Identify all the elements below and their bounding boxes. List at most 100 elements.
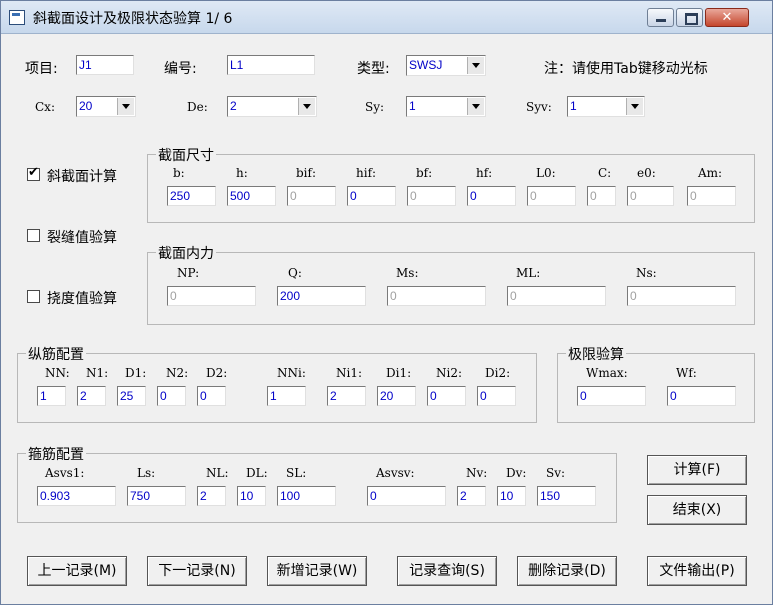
section-size-title: 截面尺寸 bbox=[156, 145, 216, 165]
field-label: Ns: bbox=[636, 266, 657, 280]
syv-select[interactable]: 1 bbox=[567, 96, 645, 117]
close-icon: ✕ bbox=[721, 10, 733, 25]
query-record-button[interactable]: 记录查询(S) bbox=[397, 556, 497, 586]
ms-input[interactable]: 0 bbox=[387, 286, 486, 306]
type-select[interactable]: SWSJ bbox=[406, 55, 486, 76]
np-input[interactable]: 0 bbox=[167, 286, 256, 306]
d2-input[interactable]: 0 bbox=[197, 386, 226, 406]
l0-input[interactable]: 0 bbox=[527, 186, 576, 206]
ns-input[interactable]: 0 bbox=[627, 286, 736, 306]
field-label: DL: bbox=[246, 466, 268, 480]
de-select[interactable]: 2 bbox=[227, 96, 317, 117]
ml-input[interactable]: 0 bbox=[507, 286, 606, 306]
crack-check-label: 裂缝值验算 bbox=[47, 230, 117, 246]
chevron-down-icon[interactable] bbox=[117, 98, 134, 115]
app-icon bbox=[9, 10, 25, 25]
syv-label: Syv: bbox=[526, 100, 552, 114]
sy-label: Sy: bbox=[365, 100, 385, 114]
b-input[interactable]: 250 bbox=[167, 186, 216, 206]
bf-input[interactable]: 0 bbox=[407, 186, 456, 206]
field-label: NL: bbox=[206, 466, 229, 480]
cx-value: 20 bbox=[79, 99, 93, 113]
bif-input[interactable]: 0 bbox=[287, 186, 336, 206]
checkmark-icon: ✔ bbox=[28, 165, 39, 180]
code-label: 编号: bbox=[164, 61, 197, 77]
export-file-button[interactable]: 文件输出(P) bbox=[647, 556, 747, 586]
field-label: Sv: bbox=[546, 466, 566, 480]
sy-value: 1 bbox=[409, 99, 416, 113]
field-label: Ms: bbox=[396, 266, 419, 280]
chevron-down-icon[interactable] bbox=[626, 98, 643, 115]
asvsv-input[interactable]: 0 bbox=[367, 486, 446, 506]
field-label: bif: bbox=[296, 166, 317, 180]
minimize-button[interactable] bbox=[647, 8, 674, 27]
hif-input[interactable]: 0 bbox=[347, 186, 396, 206]
field-label: Q: bbox=[288, 266, 302, 280]
field-label: N2: bbox=[166, 366, 189, 380]
nn-input[interactable]: 1 bbox=[37, 386, 66, 406]
title-bar: 斜截面设计及极限状态验算 1/ 6 ✕ bbox=[1, 1, 772, 34]
item-input[interactable]: J1 bbox=[76, 55, 134, 75]
d1-input[interactable]: 25 bbox=[117, 386, 146, 406]
e0-input[interactable]: 0 bbox=[627, 186, 674, 206]
wmax-input[interactable]: 0 bbox=[577, 386, 646, 406]
q-input[interactable]: 200 bbox=[277, 286, 366, 306]
maximize-icon bbox=[685, 13, 698, 25]
field-label: hif: bbox=[356, 166, 377, 180]
field-label: NP: bbox=[177, 266, 200, 280]
add-record-button[interactable]: 新增记录(W) bbox=[267, 556, 367, 586]
field-label: Dv: bbox=[506, 466, 527, 480]
code-input[interactable]: L1 bbox=[227, 55, 315, 75]
chevron-down-icon[interactable] bbox=[467, 98, 484, 115]
end-button[interactable]: 结束(X) bbox=[647, 495, 747, 525]
cx-label: Cx: bbox=[35, 100, 55, 114]
ni2-input[interactable]: 0 bbox=[427, 386, 466, 406]
de-value: 2 bbox=[230, 99, 237, 113]
maximize-button[interactable] bbox=[676, 8, 703, 27]
nl-input[interactable]: 2 bbox=[197, 486, 226, 506]
field-label: D1: bbox=[125, 366, 147, 380]
field-label: Am: bbox=[698, 166, 723, 180]
tab-hint-note: 注：请使用Tab键移动光标 bbox=[544, 61, 708, 77]
c-input[interactable]: 0 bbox=[587, 186, 616, 206]
field-label: Ni1: bbox=[336, 366, 363, 380]
syv-value: 1 bbox=[570, 99, 577, 113]
n1-input[interactable]: 2 bbox=[77, 386, 106, 406]
sv-input[interactable]: 150 bbox=[537, 486, 596, 506]
field-label: SL: bbox=[286, 466, 307, 480]
hf-input[interactable]: 0 bbox=[467, 186, 516, 206]
field-label: Wmax: bbox=[586, 366, 628, 380]
deflection-check-label: 挠度值验算 bbox=[47, 291, 117, 307]
calculate-button[interactable]: 计算(F) bbox=[647, 455, 747, 485]
ls-input[interactable]: 750 bbox=[127, 486, 186, 506]
crack-check-checkbox[interactable] bbox=[27, 229, 40, 242]
n2-input[interactable]: 0 bbox=[157, 386, 186, 406]
asvs1-input[interactable]: 0.903 bbox=[37, 486, 116, 506]
field-label: D2: bbox=[206, 366, 228, 380]
am-input[interactable]: 0 bbox=[687, 186, 736, 206]
previous-record-button[interactable]: 上一记录(M) bbox=[27, 556, 127, 586]
sy-select[interactable]: 1 bbox=[406, 96, 486, 117]
nni-input[interactable]: 1 bbox=[267, 386, 306, 406]
h-input[interactable]: 500 bbox=[227, 186, 276, 206]
sl-input[interactable]: 100 bbox=[277, 486, 336, 506]
field-label: Asvsv: bbox=[376, 466, 415, 480]
nv-input[interactable]: 2 bbox=[457, 486, 486, 506]
ni1-input[interactable]: 2 bbox=[327, 386, 366, 406]
delete-record-button[interactable]: 删除记录(D) bbox=[517, 556, 617, 586]
cx-select[interactable]: 20 bbox=[76, 96, 136, 117]
dv-input[interactable]: 10 bbox=[497, 486, 526, 506]
field-label: N1: bbox=[86, 366, 109, 380]
next-record-button[interactable]: 下一记录(N) bbox=[147, 556, 247, 586]
di2-input[interactable]: 0 bbox=[477, 386, 516, 406]
chevron-down-icon[interactable] bbox=[467, 57, 484, 74]
field-label: hf: bbox=[476, 166, 493, 180]
close-button[interactable]: ✕ bbox=[705, 8, 749, 27]
oblique-section-checkbox[interactable]: ✔ bbox=[27, 165, 40, 181]
di1-input[interactable]: 20 bbox=[377, 386, 416, 406]
deflection-check-checkbox[interactable] bbox=[27, 290, 40, 303]
field-label: Di2: bbox=[485, 366, 511, 380]
chevron-down-icon[interactable] bbox=[298, 98, 315, 115]
wf-input[interactable]: 0 bbox=[667, 386, 736, 406]
dl-input[interactable]: 10 bbox=[237, 486, 266, 506]
